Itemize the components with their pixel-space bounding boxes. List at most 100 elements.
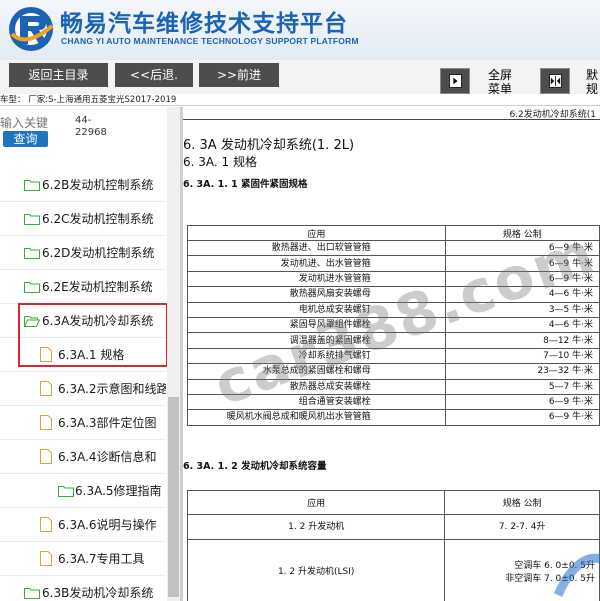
table-row: 1. 2 升发动机(LSI) 空调车 6. 0±0. 5升 非空调车 7. 0±0…: [186, 539, 600, 601]
table-row: 调温器盖的紧固螺栓 8—12 牛·米: [187, 332, 600, 349]
table-cell: 6—9 牛·米: [444, 239, 600, 257]
table-row: 1. 2 升发动机 7. 2-7. 4升: [186, 514, 600, 540]
tree-item-label: 6.3B发动机冷却系统: [42, 586, 154, 600]
forward-button[interactable]: >>前进: [199, 63, 279, 87]
table-cell: 散热器进、出口软管管箍: [187, 239, 446, 257]
tree-folder[interactable]: 6.2C发动机控制系统: [0, 202, 166, 236]
search-input[interactable]: [0, 115, 62, 131]
app-subtitle: CHANG YI AUTO MAINTENANCE TECHNOLOGY SUP…: [61, 36, 359, 46]
selection-highlight: [18, 303, 168, 367]
tree-item-label: 6.2E发动机控制系统: [42, 280, 153, 294]
tree-folder[interactable]: 6.2D发动机控制系统: [0, 236, 166, 270]
split-view-label[interactable]: 默 规: [586, 68, 598, 96]
car-model-text: 车型： 厂家:S-上海通用五菱宝光S2017-2019: [0, 95, 177, 105]
document-icon: [40, 551, 52, 566]
folder-icon: [24, 214, 40, 225]
toolbar: 返回主目录 <<后退. >>前进 全屏 菜单 默 规: [0, 60, 600, 96]
table-cell: 23—32 牛·米: [444, 363, 600, 380]
tree-folder[interactable]: 6.2E发动机控制系统: [0, 270, 166, 304]
table-row: 水泵总成的紧固螺栓和螺母 23—32 牛·米: [187, 363, 600, 380]
table-cell: 散热器总成安装螺栓: [187, 378, 446, 395]
table-cell: 6—9 牛·米: [444, 270, 600, 288]
tree-doc[interactable]: 6.3A.3部件定位图: [0, 406, 166, 440]
table-row: 组合通管安装螺栓 6—9 牛·米: [187, 393, 600, 411]
split-view-icon: [549, 74, 562, 88]
table-cell: 电机总成安装螺钉: [187, 301, 446, 318]
table-cell: 7—10 牛·米: [444, 347, 600, 365]
document-icon: [40, 415, 52, 430]
header-rule: [183, 119, 600, 120]
tree-item-label: 6.3A.4诊断信息和: [58, 450, 157, 464]
fullscreen-label[interactable]: 全屏 菜单: [488, 68, 512, 96]
tree-item-label: 6.2D发动机控制系统: [42, 246, 155, 260]
table-cell: 1. 2 升发动机(LSI): [186, 539, 446, 601]
app-header: 畅易汽车维修技术支持平台 CHANG YI AUTO MAINTENANCE T…: [0, 0, 600, 60]
table-cell: 6—9 牛·米: [444, 409, 600, 426]
table-cell: 暖风机水阀总成和暖风机出水管管箍: [187, 409, 446, 426]
table-row: 散热器总成安装螺栓 5—7 牛·米: [187, 378, 600, 395]
document-icon: [40, 381, 52, 396]
section-heading: 6. 3A 发动机冷却系统(1. 2L): [183, 138, 355, 153]
sidebar-scrollbar-thumb[interactable]: [168, 397, 179, 597]
column-header: 规格 公制: [444, 490, 600, 515]
table-cell: 紧固导风罩组件螺栓: [187, 316, 446, 334]
sub-subsection-heading: 6. 3A. 1. 1 紧固件紧固规格: [183, 179, 308, 190]
folder-icon: [58, 486, 74, 497]
table-cell: 空调车 6. 0±0. 5升 非空调车 7. 0±0. 5升: [444, 539, 600, 601]
split-view-button[interactable]: [540, 68, 570, 94]
column-header: 规格 公制: [444, 225, 600, 241]
folder-icon: [24, 282, 40, 293]
table-row: 发动机进、出水管管箍 6—9 牛·米: [187, 255, 600, 272]
table-cell: 3—5 牛·米: [444, 301, 600, 318]
tree-item-label: 6.2C发动机控制系统: [42, 212, 154, 226]
tree-item-label: 6.3A.5修理指南: [75, 484, 162, 498]
table-cell: 7. 2-7. 4升: [444, 514, 600, 540]
fullscreen-icon: [449, 74, 462, 88]
table-cell: 1. 2 升发动机: [186, 514, 446, 540]
table-cell: 8—12 牛·米: [444, 332, 600, 349]
home-button[interactable]: 返回主目录: [9, 63, 108, 87]
table-header-row: 应用 规格 公制: [187, 225, 600, 241]
tree-doc[interactable]: 6.3A.4诊断信息和: [0, 440, 166, 474]
car-info-bar: 车型： 厂家:S-上海通用五菱宝光S2017-2019: [0, 94, 600, 106]
table-cell: 调温器盖的紧固螺栓: [187, 332, 446, 349]
fullscreen-toggle-button[interactable]: [440, 68, 470, 94]
table-row: 散热器进、出口软管管箍 6—9 牛·米: [187, 239, 600, 257]
table-row: 紧固导风罩组件螺栓 4—6 牛·米: [187, 316, 600, 334]
tree-folder[interactable]: 6.2B发动机控制系统: [0, 168, 166, 202]
table-cell: 6—9 牛·米: [444, 393, 600, 411]
table-cell: 冷却系统排气螺钉: [187, 347, 446, 365]
table-cell: 5—7 牛·米: [444, 378, 600, 395]
table-cell: 4—6 牛·米: [444, 316, 600, 334]
table-cell: 6—9 牛·米: [444, 255, 600, 272]
table-row: 电机总成安装螺钉 3—5 牛·米: [187, 301, 600, 318]
table-cell: 水泵总成的紧固螺栓和螺母: [187, 363, 446, 380]
document-viewer: 6.2发动机冷却系统(1 6. 3A 发动机冷却系统(1. 2L) 6. 3A.…: [183, 107, 600, 601]
tree-folder[interactable]: 6.3A.5修理指南: [0, 474, 166, 508]
tree-item-label: 6.3A.7专用工具: [58, 552, 145, 566]
table-row: 暖风机水阀总成和暖风机出水管管箍 6—9 牛·米: [187, 409, 600, 426]
tree-doc[interactable]: 6.3A.6说明与操作: [0, 508, 166, 542]
folder-icon: [24, 180, 40, 191]
coolant-capacity-table: 应用 规格 公制 1. 2 升发动机 7. 2-7. 4升 1. 2 升发动机(L…: [186, 490, 600, 601]
search-code: 44- 22968: [75, 115, 107, 138]
table-row: 冷却系统排气螺钉 7—10 牛·米: [187, 347, 600, 365]
tree-doc[interactable]: 6.3A.7专用工具: [0, 542, 166, 576]
tree-doc[interactable]: 6.3A.2示意图和线路: [0, 372, 166, 406]
tree-item-label: 6.2B发动机控制系统: [42, 178, 154, 192]
document-icon: [40, 449, 52, 464]
sub-subsection-heading: 6. 3A. 1. 2 发动机冷却系统容量: [183, 461, 327, 472]
column-header: 应用: [187, 225, 446, 241]
folder-icon: [24, 588, 40, 599]
search-button[interactable]: 查询: [3, 131, 48, 147]
torque-spec-table: 应用 规格 公制 散热器进、出口软管管箍 6—9 牛·米 发动机进、出水管管箍 6—…: [187, 225, 600, 426]
tree-folder[interactable]: 6.3B发动机冷却系统: [0, 576, 166, 601]
table-cell: 发动机进、出水管管箍: [187, 255, 446, 272]
app-title: 畅易汽车维修技术支持平台: [60, 11, 348, 37]
table-cell: 4—6 牛·米: [444, 286, 600, 303]
brand-logo: [9, 7, 54, 51]
table-row: 散热器风扇安装螺母 4—6 牛·米: [187, 286, 600, 303]
tree-item-label: 6.3A.6说明与操作: [58, 518, 157, 532]
back-button[interactable]: <<后退.: [115, 63, 193, 87]
folder-icon: [24, 248, 40, 259]
